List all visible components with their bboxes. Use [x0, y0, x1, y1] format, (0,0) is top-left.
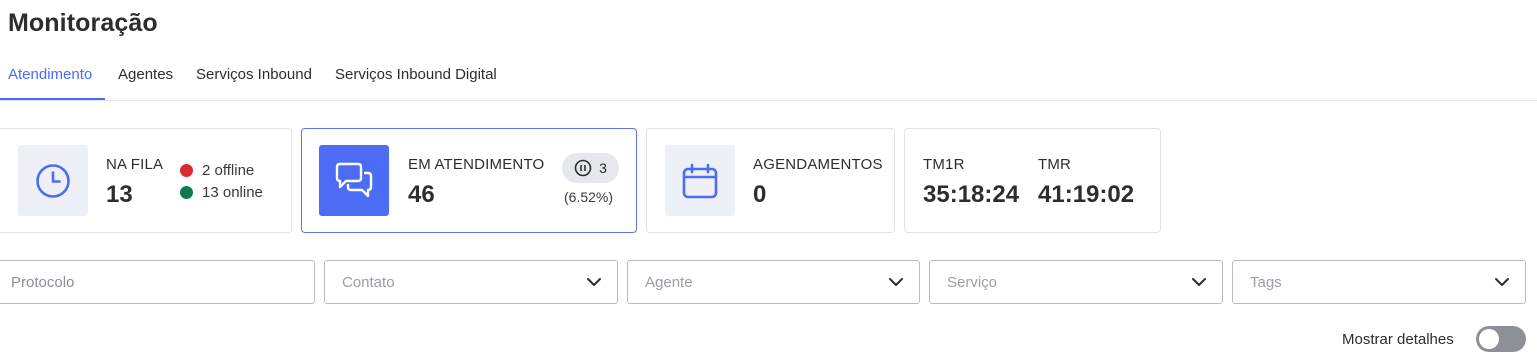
- contato-placeholder: Contato: [342, 274, 395, 291]
- tags-select[interactable]: Tags: [1232, 260, 1526, 304]
- queue-card[interactable]: NA FILA 13 2 offline 13 online: [0, 128, 292, 233]
- scheduled-card[interactable]: AGENDAMENTOS 0: [646, 128, 895, 233]
- online-dot: [180, 186, 193, 199]
- scheduled-value: 0: [753, 181, 767, 208]
- tmr-label: TMR: [1038, 156, 1072, 173]
- tab-servicos-inbound-digital[interactable]: Serviços Inbound Digital: [335, 66, 497, 83]
- times-card: TM1R 35:18:24 TMR 41:19:02: [904, 128, 1161, 233]
- in-service-label: EM ATENDIMENTO: [408, 156, 545, 173]
- online-count: 13 online: [202, 184, 263, 201]
- tm1r-value: 35:18:24: [923, 181, 1020, 208]
- scheduled-icon-box: [665, 145, 735, 216]
- queue-value: 13: [106, 181, 133, 208]
- paused-count: 3: [599, 160, 607, 176]
- page-title: Monitoração: [8, 9, 158, 37]
- in-service-value: 46: [408, 181, 435, 208]
- clock-icon: [36, 163, 70, 198]
- tab-bar: Atendimento Agentes Serviços Inbound Ser…: [0, 56, 1537, 101]
- offline-status: 2 offline: [180, 162, 254, 179]
- paused-percent: (6.52%): [564, 189, 614, 205]
- in-service-icon-box: [319, 145, 389, 216]
- protocolo-input[interactable]: [0, 261, 314, 303]
- toggle-knob: [1479, 329, 1499, 349]
- pause-circle-icon: [574, 159, 592, 177]
- agente-select[interactable]: Agente: [627, 260, 920, 304]
- offline-count: 2 offline: [202, 162, 255, 179]
- tab-agentes[interactable]: Agentes: [118, 66, 173, 83]
- tags-placeholder: Tags: [1250, 274, 1282, 291]
- online-status: 13 online: [180, 184, 263, 201]
- paused-badge: 3: [562, 153, 619, 183]
- chevron-down-icon: [1495, 278, 1509, 286]
- tm1r-label: TM1R: [923, 156, 965, 173]
- chat-bubbles-icon: [335, 162, 373, 197]
- protocolo-field: [0, 260, 315, 304]
- tmr-value: 41:19:02: [1038, 181, 1135, 208]
- servico-select[interactable]: Serviço: [929, 260, 1223, 304]
- calendar-icon: [682, 163, 718, 198]
- offline-dot: [180, 164, 193, 177]
- chevron-down-icon: [587, 278, 601, 286]
- servico-placeholder: Serviço: [947, 274, 998, 291]
- contato-select[interactable]: Contato: [324, 260, 618, 304]
- chevron-down-icon: [889, 278, 903, 286]
- agente-placeholder: Agente: [645, 274, 693, 291]
- tab-atendimento[interactable]: Atendimento: [8, 66, 92, 83]
- active-tab-indicator: [0, 98, 105, 100]
- chevron-down-icon: [1192, 278, 1206, 286]
- queue-label: NA FILA: [106, 156, 164, 173]
- queue-icon-box: [18, 145, 88, 216]
- details-toggle[interactable]: [1476, 326, 1526, 352]
- tab-servicos-inbound[interactable]: Serviços Inbound: [196, 66, 312, 83]
- scheduled-label: AGENDAMENTOS: [753, 156, 883, 173]
- details-toggle-label: Mostrar detalhes: [1342, 331, 1454, 348]
- in-service-card[interactable]: EM ATENDIMENTO 46 3 (6.52%): [301, 128, 637, 233]
